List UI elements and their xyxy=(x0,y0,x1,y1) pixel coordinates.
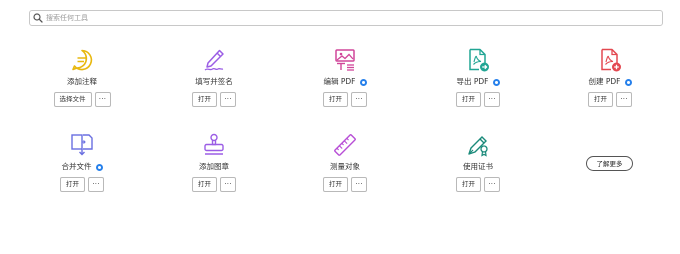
info-badge-icon[interactable] xyxy=(95,163,103,171)
tool-label: 合并文件 xyxy=(61,162,92,171)
select-file-button[interactable]: 选择文件 xyxy=(53,92,92,107)
tool-use-certificate: 使用证书 打开 ··· xyxy=(413,133,543,203)
tool-label: 添加图章 xyxy=(199,162,229,171)
open-button[interactable]: 打开 xyxy=(588,92,613,107)
fill-sign-pen-icon xyxy=(202,48,226,72)
tool-label: 测量对象 xyxy=(330,162,360,171)
certificate-pen-icon xyxy=(466,133,490,157)
tool-label: 填写并签名 xyxy=(195,77,233,86)
more-options-button[interactable]: ··· xyxy=(88,177,104,192)
tool-combine-files: 合并文件 打开 ··· xyxy=(17,133,147,203)
stamp-icon xyxy=(202,133,226,157)
more-options-button[interactable]: ··· xyxy=(220,92,236,107)
tool-label: 导出 PDF xyxy=(456,77,489,86)
info-badge-icon[interactable] xyxy=(492,78,500,86)
tool-label: 创建 PDF xyxy=(588,77,621,86)
tool-label: 使用证书 xyxy=(463,162,493,171)
open-button[interactable]: 打开 xyxy=(456,177,481,192)
open-button[interactable]: 打开 xyxy=(323,92,348,107)
export-pdf-icon xyxy=(466,48,490,72)
tool-edit-pdf: 编辑 PDF 打开 ··· xyxy=(280,48,410,118)
more-options-button[interactable]: ··· xyxy=(220,177,236,192)
learn-more-button[interactable]: 了解更多 xyxy=(586,156,633,171)
ruler-icon xyxy=(333,133,357,157)
tool-fill-sign: 填写并签名 打开 ··· xyxy=(149,48,279,118)
tool-add-comment: 添加注释 选择文件 ··· xyxy=(17,48,147,118)
search-input[interactable] xyxy=(46,14,636,22)
edit-pdf-icon xyxy=(333,48,357,72)
tool-measure: 测量对象 打开 ··· xyxy=(280,133,410,203)
more-options-button[interactable]: ··· xyxy=(616,92,632,107)
info-badge-icon[interactable] xyxy=(359,78,367,86)
comment-icon xyxy=(70,48,94,72)
open-button[interactable]: 打开 xyxy=(323,177,348,192)
more-options-button[interactable]: ··· xyxy=(351,92,367,107)
info-badge-icon[interactable] xyxy=(624,78,632,86)
tool-create-pdf: 创建 PDF 打开 ··· xyxy=(545,48,675,118)
more-options-button[interactable]: ··· xyxy=(484,177,500,192)
tool-add-stamp: 添加图章 打开 ··· xyxy=(149,133,279,203)
more-options-button[interactable]: ··· xyxy=(351,177,367,192)
tool-label: 编辑 PDF xyxy=(323,77,356,86)
tool-export-pdf: 导出 PDF 打开 ··· xyxy=(413,48,543,118)
search-box[interactable] xyxy=(29,10,663,26)
open-button[interactable]: 打开 xyxy=(60,177,85,192)
search-icon xyxy=(33,13,43,23)
create-pdf-icon xyxy=(598,48,622,72)
open-button[interactable]: 打开 xyxy=(192,177,217,192)
open-button[interactable]: 打开 xyxy=(192,92,217,107)
more-options-button[interactable]: ··· xyxy=(484,92,500,107)
tool-label: 添加注释 xyxy=(67,77,97,86)
combine-files-icon xyxy=(70,133,94,157)
open-button[interactable]: 打开 xyxy=(456,92,481,107)
more-options-button[interactable]: ··· xyxy=(94,92,111,107)
